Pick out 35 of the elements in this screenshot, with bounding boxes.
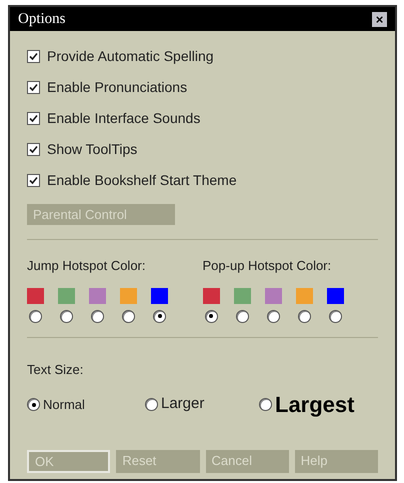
checkbox-label: Enable Interface Sounds	[47, 108, 200, 128]
radio-button[interactable]	[204, 310, 218, 322]
dialog-button[interactable]: Help	[294, 450, 378, 472]
radio-label: Normal	[43, 396, 85, 414]
radio-button[interactable]	[298, 310, 310, 322]
checkbox[interactable]	[27, 174, 40, 186]
radio-button[interactable]	[153, 310, 166, 322]
radio-button[interactable]	[27, 398, 40, 411]
close-button[interactable]: ×	[372, 12, 387, 26]
radio-button[interactable]	[266, 310, 280, 322]
text-size-label: Text Size:	[27, 362, 84, 376]
radio-button[interactable]	[328, 310, 342, 322]
dialog-button[interactable]: Cancel	[206, 450, 289, 472]
radio-button[interactable]	[29, 310, 42, 322]
radio-button[interactable]	[145, 398, 158, 411]
radio-label: Larger	[161, 394, 204, 414]
window-title: Options	[18, 10, 66, 29]
radio-button[interactable]	[91, 310, 104, 322]
dialog-button[interactable]: OK	[27, 450, 110, 472]
radio-button[interactable]	[122, 310, 135, 322]
checkbox-label: Enable Bookshelf Start Theme	[47, 170, 237, 190]
group-label: Pop-up Hotspot Color:	[202, 257, 332, 275]
checkbox[interactable]	[27, 112, 40, 124]
radio-button[interactable]	[236, 310, 248, 322]
checkbox-label: Enable Pronunciations	[47, 78, 188, 96]
radio-button[interactable]	[259, 398, 272, 411]
radio-label: Largest	[275, 391, 354, 419]
dialog-button[interactable]: Reset	[116, 450, 200, 472]
checkbox-label: Show ToolTips	[47, 140, 138, 159]
checkbox-label: Provide Automatic Spelling	[47, 46, 214, 66]
checkbox[interactable]	[27, 80, 40, 94]
group-label: Jump Hotspot Color:	[27, 257, 146, 275]
radio-button[interactable]	[60, 310, 73, 322]
checkbox[interactable]	[27, 142, 40, 156]
checkbox[interactable]	[27, 50, 40, 62]
